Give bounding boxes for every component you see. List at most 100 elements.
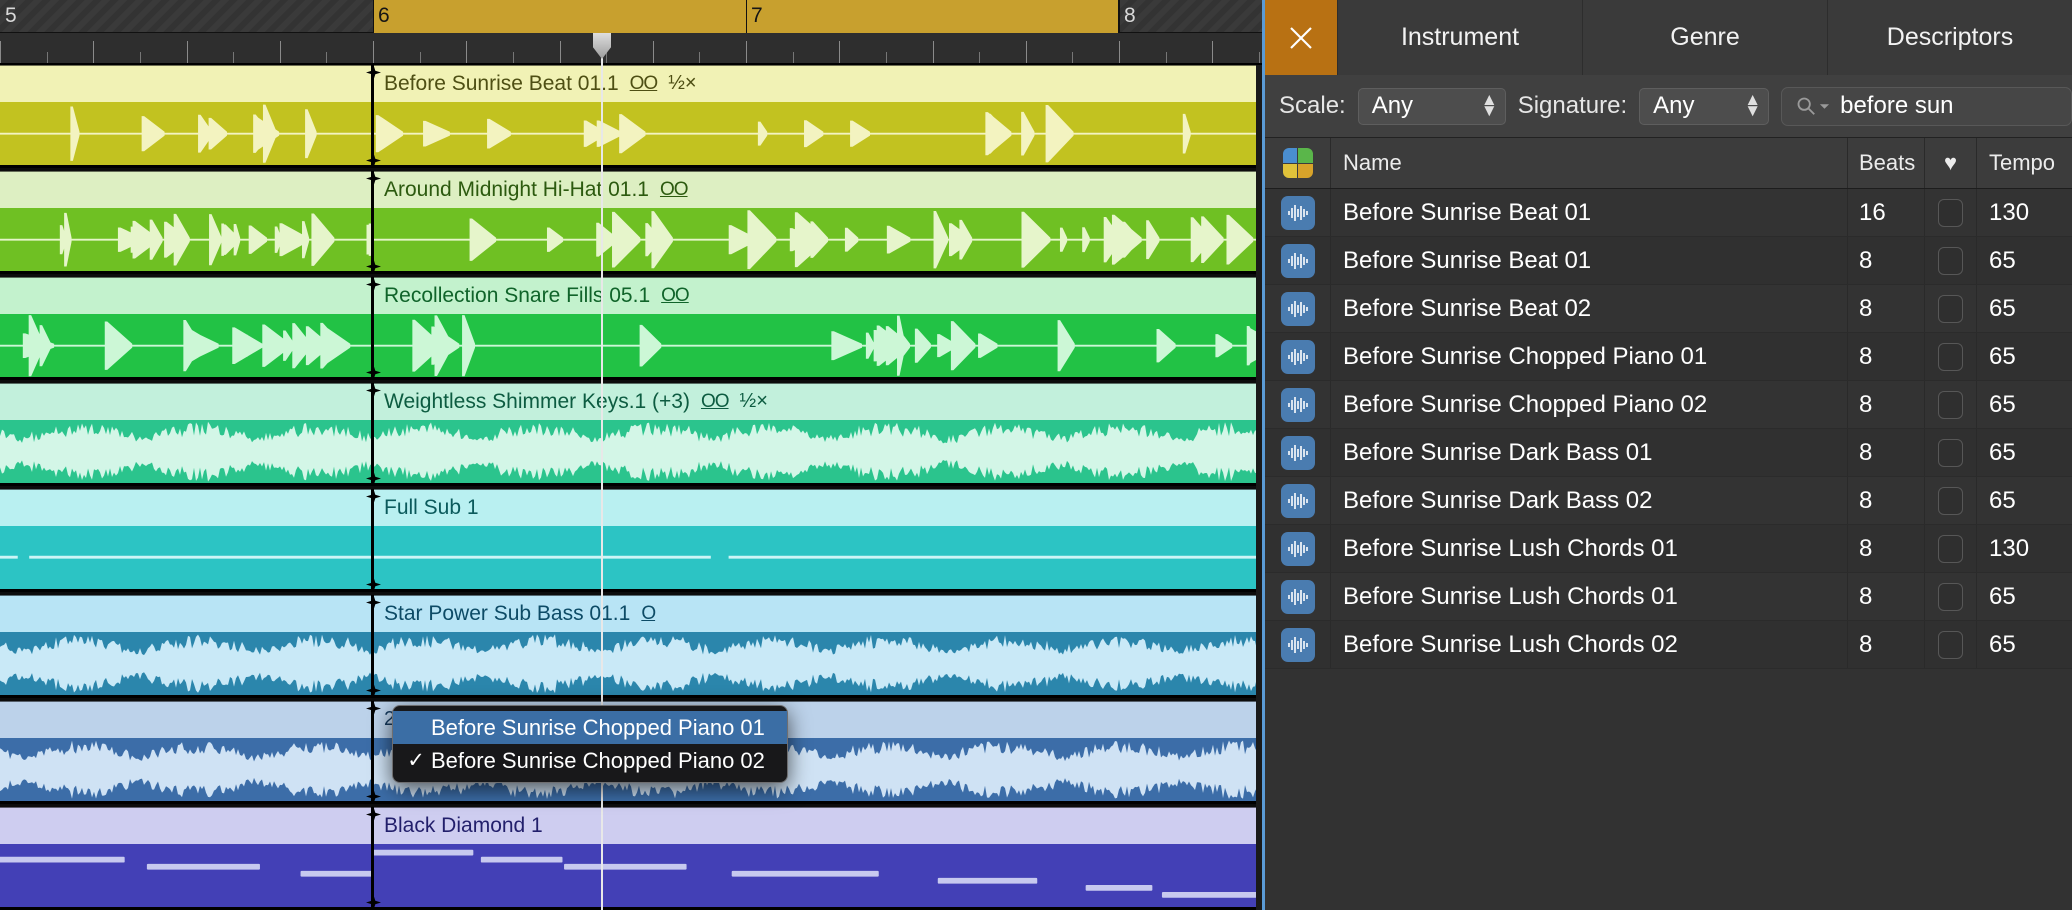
loop-name-cell[interactable]: Before Sunrise Dark Bass 01 [1331,429,1848,476]
region-header[interactable] [0,278,373,314]
region-boundary[interactable] [371,65,374,165]
region-header[interactable]: Weightless Shimmer Keys.1 (+3)OO½× [373,384,1262,420]
region[interactable]: Around Midnight Hi-Hat 01.1OO [373,171,1262,271]
favorite-checkbox[interactable] [1938,247,1963,275]
tab-genre[interactable]: Genre [1582,0,1827,75]
loop-row[interactable]: Before Sunrise Dark Bass 01865 [1265,429,2072,477]
region-boundary[interactable] [371,701,374,801]
loop-favorite-cell[interactable] [1925,573,1977,620]
region-header[interactable]: Before Sunrise Beat 01.1OO½× [373,66,1262,102]
scale-select[interactable]: Any ▲▼ [1358,88,1506,125]
favorite-checkbox[interactable] [1938,295,1963,323]
timeline-ruler[interactable]: 5678 [0,0,1262,65]
region-boundary[interactable] [371,595,374,695]
region-name[interactable]: Black Diamond 1 [384,814,543,838]
loop-type-cell[interactable] [1265,381,1331,428]
loop-type-cell[interactable] [1265,477,1331,524]
region-header[interactable]: Recollection Snare Fills 05.1OO [373,278,1262,314]
favorite-checkbox[interactable] [1938,535,1963,563]
region-header[interactable] [0,596,373,632]
favorite-checkbox[interactable] [1938,439,1963,467]
loop-name-cell[interactable]: Before Sunrise Lush Chords 01 [1331,573,1848,620]
loop-type-cell[interactable] [1265,333,1331,380]
region[interactable]: Full Sub 1 [373,489,1262,589]
loop-row[interactable]: Before Sunrise Lush Chords 02865 [1265,621,2072,669]
close-button[interactable] [1265,0,1337,75]
region-name[interactable]: Weightless Shimmer Keys.1 (+3) [384,390,690,414]
region-header[interactable] [0,702,373,738]
region-header[interactable] [0,384,373,420]
favorite-checkbox[interactable] [1938,631,1963,659]
loop-favorite-cell[interactable] [1925,429,1977,476]
region[interactable] [0,65,373,165]
region-header[interactable] [0,808,373,844]
region[interactable] [0,595,373,695]
region-header[interactable] [0,66,373,102]
region-name[interactable]: Star Power Sub Bass 01.1 [384,602,630,626]
column-header-icon[interactable] [1265,138,1331,188]
popup-menu-item[interactable]: Before Sunrise Chopped Piano 01 [393,711,787,744]
loop-favorite-cell[interactable] [1925,477,1977,524]
favorite-checkbox[interactable] [1938,583,1963,611]
region-boundary[interactable] [371,807,374,907]
region[interactable]: Weightless Shimmer Keys.1 (+3)OO½× [373,383,1262,483]
region[interactable] [0,701,373,801]
favorite-checkbox[interactable] [1938,343,1963,371]
region[interactable] [0,171,373,271]
loop-type-cell[interactable] [1265,573,1331,620]
region[interactable]: Before Sunrise Beat 01.1OO½× [373,65,1262,165]
loop-type-cell[interactable] [1265,621,1331,668]
ruler-tick-strip[interactable] [0,33,1262,65]
loop-favorite-cell[interactable] [1925,189,1977,236]
loop-favorite-cell[interactable] [1925,237,1977,284]
region-header[interactable]: Around Midnight Hi-Hat 01.1OO [373,172,1262,208]
loop-row[interactable]: Before Sunrise Chopped Piano 01865 [1265,333,2072,381]
region[interactable] [0,807,373,907]
favorite-checkbox[interactable] [1938,391,1963,419]
loop-name-cell[interactable]: Before Sunrise Beat 01 [1331,237,1848,284]
popup-menu-item[interactable]: ✓Before Sunrise Chopped Piano 02 [393,744,787,777]
loop-name-cell[interactable]: Before Sunrise Beat 01 [1331,189,1848,236]
region[interactable] [0,489,373,589]
region-header[interactable]: Black Diamond 1 [373,808,1262,844]
loop-name-cell[interactable]: Before Sunrise Chopped Piano 02 [1331,381,1848,428]
loop-row[interactable]: Before Sunrise Beat 01865 [1265,237,2072,285]
region-name[interactable]: Before Sunrise Beat 01.1 [384,72,619,96]
loop-favorite-cell[interactable] [1925,285,1977,332]
region[interactable] [0,277,373,377]
loop-row[interactable]: Before Sunrise Lush Chords 018130 [1265,525,2072,573]
region-name[interactable]: Full Sub 1 [384,496,479,520]
loop-row[interactable]: Before Sunrise Lush Chords 01865 [1265,573,2072,621]
favorite-checkbox[interactable] [1938,487,1963,515]
loop-favorite-cell[interactable] [1925,525,1977,572]
column-header-tempo[interactable]: Tempo [1977,138,2072,188]
region-name[interactable]: Recollection Snare Fills 05.1 [384,284,650,308]
region[interactable]: Recollection Snare Fills 05.1OO [373,277,1262,377]
loop-row[interactable]: Before Sunrise Dark Bass 02865 [1265,477,2072,525]
signature-select[interactable]: Any ▲▼ [1639,88,1769,125]
tab-descriptors[interactable]: Descriptors [1827,0,2072,75]
region[interactable]: Star Power Sub Bass 01.1O [373,595,1262,695]
loop-type-cell[interactable] [1265,237,1331,284]
loop-row[interactable]: Before Sunrise Chopped Piano 02865 [1265,381,2072,429]
region-boundary[interactable] [371,171,374,271]
loop-type-cell[interactable] [1265,189,1331,236]
column-header-name[interactable]: Name [1331,138,1848,188]
search-input[interactable]: before sun [1781,87,2072,126]
region-boundary[interactable] [371,277,374,377]
loop-type-cell[interactable] [1265,285,1331,332]
column-header-favorite[interactable]: ♥ [1925,138,1977,188]
region-header[interactable] [0,172,373,208]
track-star-power-sub-bass[interactable]: Star Power Sub Bass 01.1O [0,595,1262,698]
region-boundary[interactable] [371,383,374,483]
loop-row[interactable]: Before Sunrise Beat 0116130 [1265,189,2072,237]
loop-results-list[interactable]: Before Sunrise Beat 0116130Before Sunris… [1265,189,2072,910]
region-name[interactable]: Around Midnight Hi-Hat 01.1 [384,178,649,202]
loop-type-cell[interactable] [1265,429,1331,476]
region[interactable] [0,383,373,483]
track-beat[interactable]: Before Sunrise Beat 01.1OO½× [0,65,1262,168]
loop-name-cell[interactable]: Before Sunrise Lush Chords 02 [1331,621,1848,668]
track-full-sub[interactable]: Full Sub 1 [0,489,1262,592]
loop-name-cell[interactable]: Before Sunrise Beat 02 [1331,285,1848,332]
loop-name-cell[interactable]: Before Sunrise Chopped Piano 01 [1331,333,1848,380]
